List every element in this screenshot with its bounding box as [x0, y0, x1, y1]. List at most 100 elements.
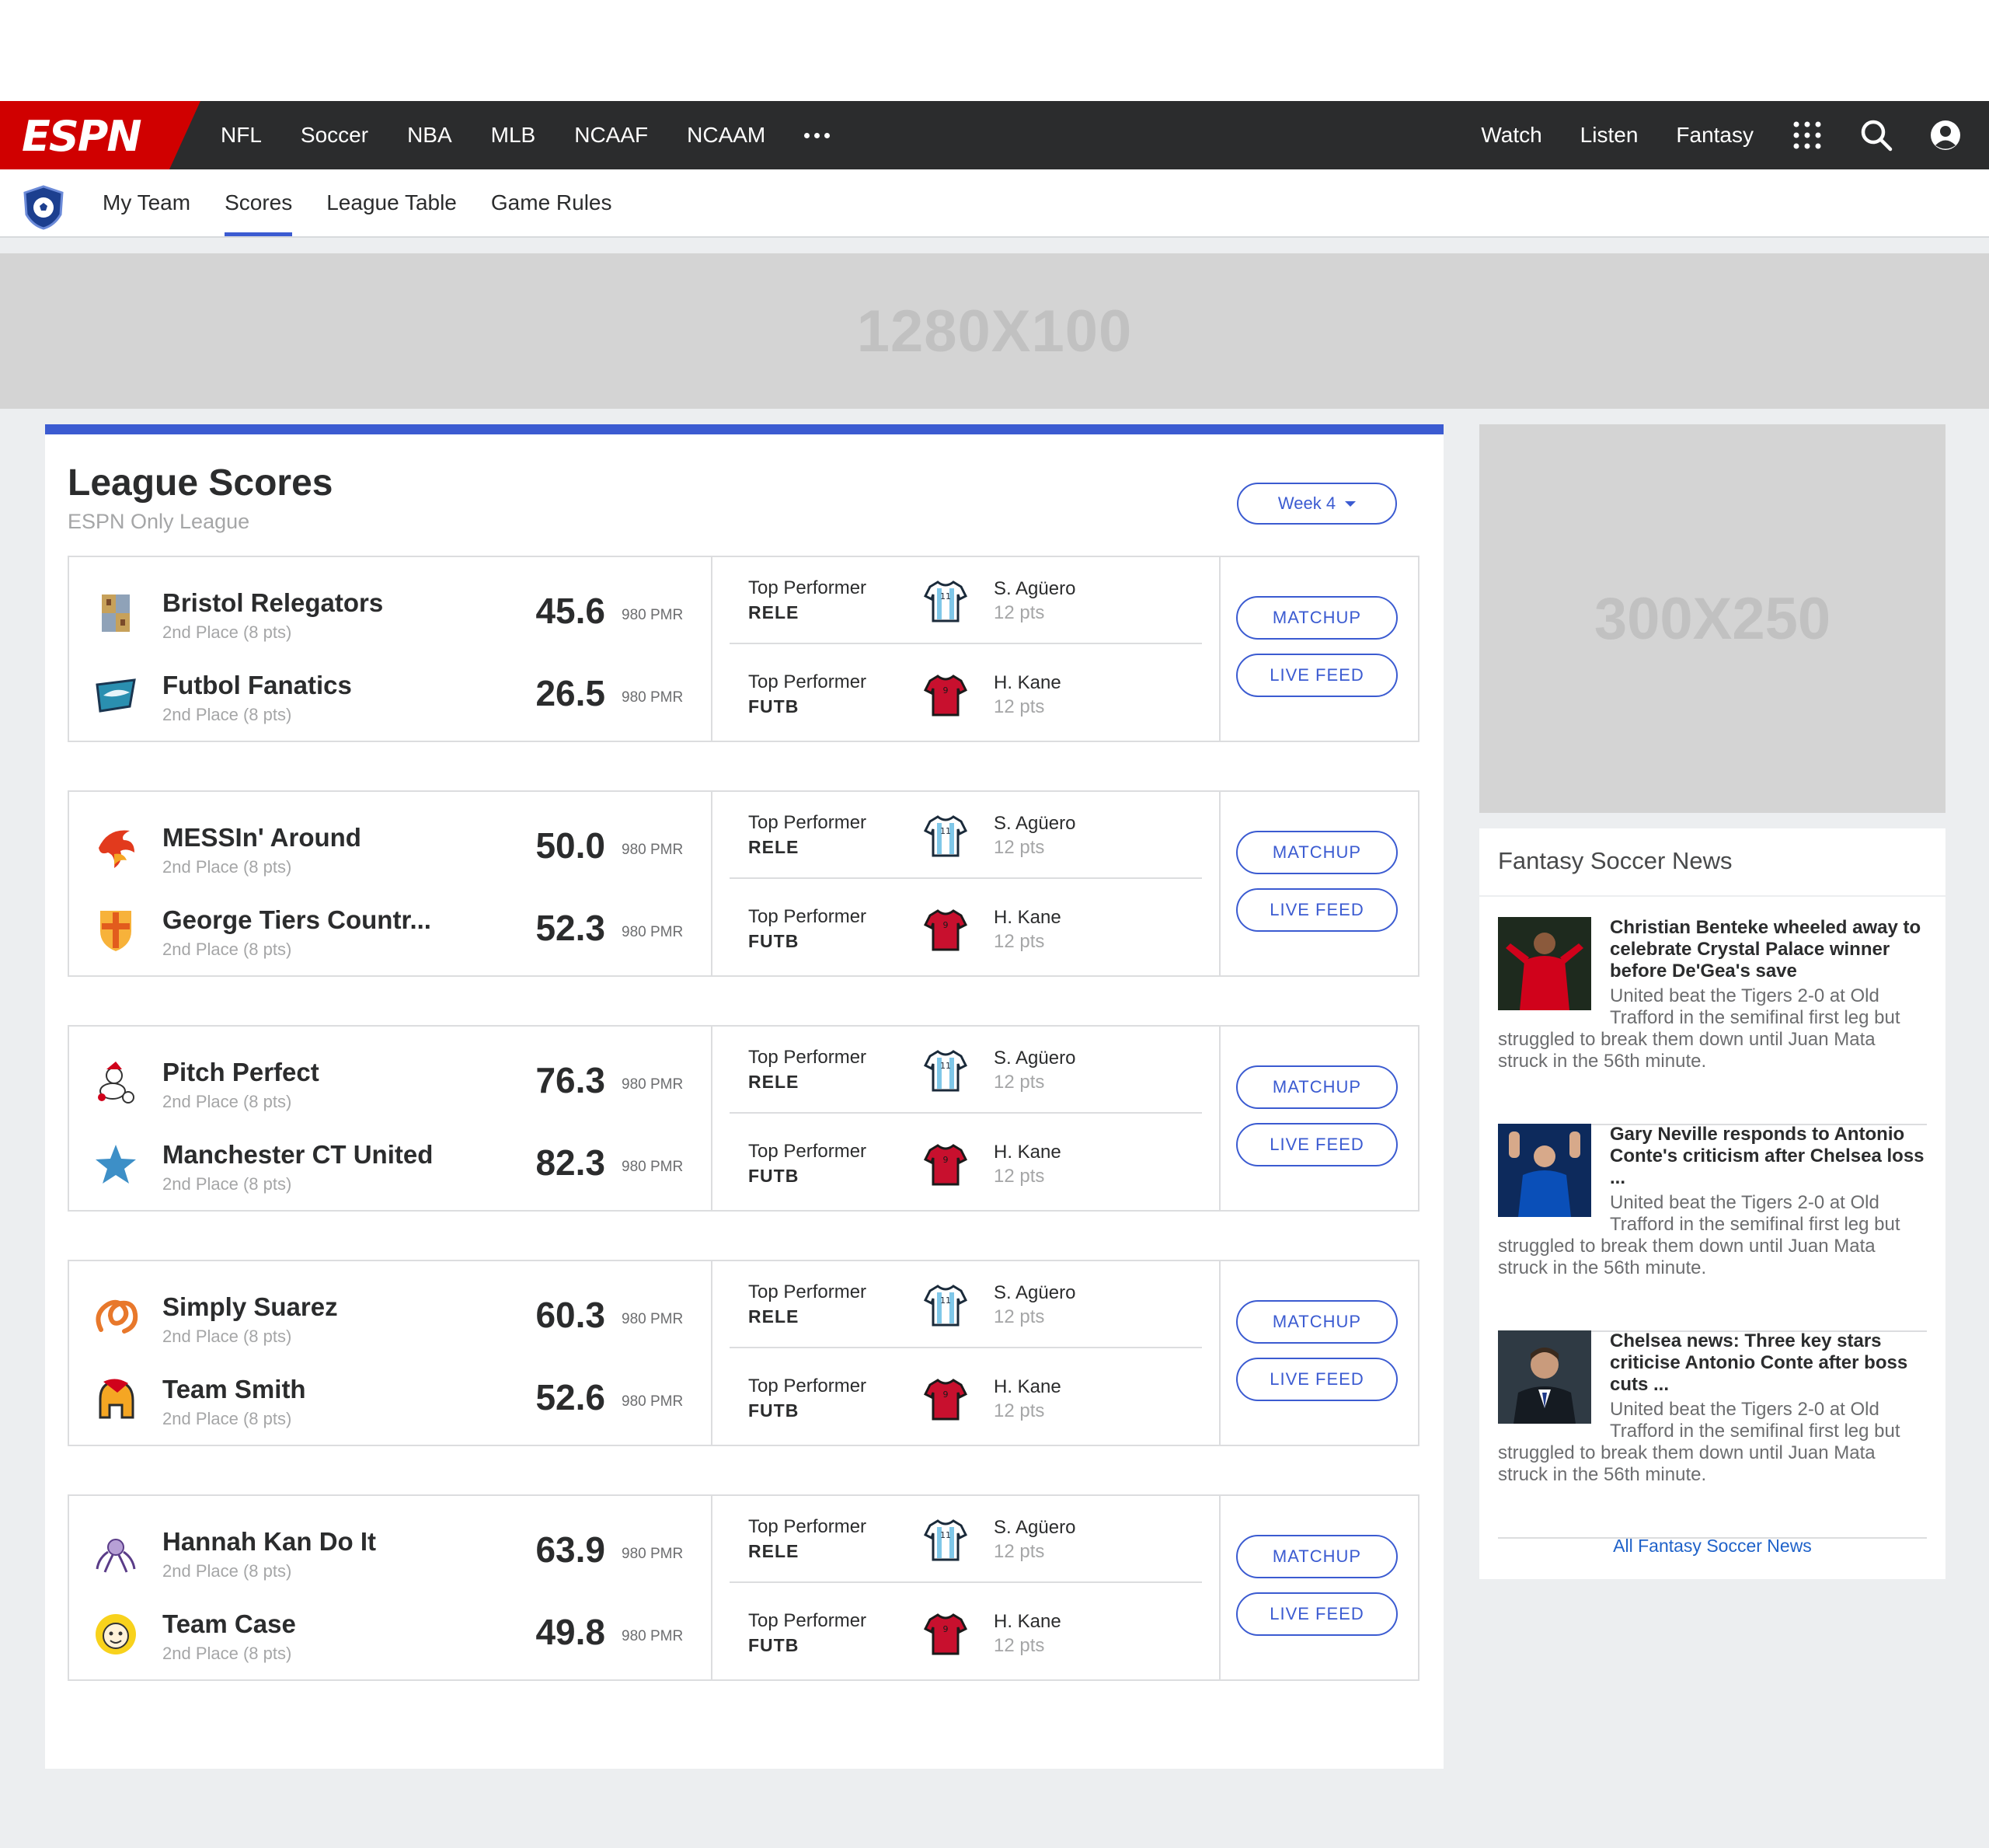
tab-game-rules[interactable]: Game Rules [491, 169, 612, 236]
live-feed-button[interactable]: LIVE FEED [1236, 888, 1398, 932]
team-score: 50.0 [535, 825, 605, 866]
team-pmr: 980 PMR [622, 1628, 684, 1644]
team-name[interactable]: Bristol Relegators [162, 588, 383, 618]
ad-size-label: 300X250 [1594, 585, 1831, 652]
news-item[interactable]: Chelsea news: Three key stars criticise … [1498, 1330, 1927, 1539]
week-dropdown[interactable]: Week 4 [1237, 483, 1397, 525]
news-headline[interactable]: Christian Benteke wheeled away to celebr… [1610, 917, 1927, 982]
performer-points: 12 pts [994, 837, 1045, 858]
tab-my-team[interactable]: My Team [103, 169, 190, 236]
top-performer[interactable]: Top Performer FUTB 9 H. Kane 12 pts [730, 1352, 1202, 1438]
performer-name[interactable]: H. Kane [994, 1376, 1061, 1398]
nav-link-mlb[interactable]: MLB [491, 123, 536, 148]
team-name[interactable]: Hannah Kan Do It [162, 1527, 376, 1557]
nav-link-nfl[interactable]: NFL [221, 123, 262, 148]
team-pmr: 980 PMR [622, 842, 684, 858]
performer-name[interactable]: S. Agüero [994, 1048, 1075, 1069]
team-row[interactable]: Team Case 2nd Place (8 pts) 49.8 980 PMR [69, 1600, 711, 1663]
team-row[interactable]: Manchester CT United 2nd Place (8 pts) 8… [69, 1131, 711, 1194]
team-row[interactable]: Futbol Fanatics 2nd Place (8 pts) 26.5 9… [69, 661, 711, 724]
team-name[interactable]: Team Case [162, 1609, 296, 1639]
performer-name[interactable]: S. Agüero [994, 1282, 1075, 1304]
nav-link-listen[interactable]: Listen [1580, 123, 1639, 148]
tab-scores[interactable]: Scores [225, 169, 293, 236]
team-name[interactable]: Manchester CT United [162, 1140, 433, 1170]
team-rank: 2nd Place (8 pts) [162, 1644, 292, 1663]
team-name[interactable]: Futbol Fanatics [162, 671, 352, 700]
matchup-button[interactable]: MATCHUP [1236, 1300, 1398, 1344]
top-performers-column: Top Performer RELE 11 S. Agüero 12 pts T… [711, 1027, 1221, 1210]
top-performer[interactable]: Top Performer FUTB 9 H. Kane 12 pts [730, 648, 1202, 734]
performer-team-abbr: RELE [748, 602, 799, 622]
performer-name[interactable]: S. Agüero [994, 1517, 1075, 1539]
cross-shield-logo [91, 905, 141, 955]
espn-logo[interactable]: ESPN [0, 101, 200, 169]
live-feed-button[interactable]: LIVE FEED [1236, 1123, 1398, 1166]
team-row[interactable]: George Tiers Countr... 2nd Place (8 pts)… [69, 896, 711, 959]
matchup-button[interactable]: MATCHUP [1236, 1065, 1398, 1109]
news-item[interactable]: Gary Neville responds to Antonio Conte's… [1498, 1124, 1927, 1332]
soccer-shield-icon[interactable] [22, 185, 65, 234]
team-row[interactable]: Team Smith 2nd Place (8 pts) 52.6 980 PM… [69, 1365, 711, 1428]
nav-link-ncaam[interactable]: NCAAM [687, 123, 765, 148]
top-performer[interactable]: Top Performer RELE 11 S. Agüero 12 pts [730, 1027, 1202, 1114]
performer-points: 12 pts [994, 931, 1045, 952]
tab-league-table[interactable]: League Table [326, 169, 457, 236]
top-performer[interactable]: Top Performer FUTB 9 H. Kane 12 pts [730, 1118, 1202, 1203]
matchup-button[interactable]: MATCHUP [1236, 831, 1398, 874]
live-feed-button[interactable]: LIVE FEED [1236, 1592, 1398, 1636]
ellipsis-icon[interactable] [804, 132, 831, 138]
team-name[interactable]: Simply Suarez [162, 1292, 338, 1322]
team-row[interactable]: Bristol Relegators 2nd Place (8 pts) 45.… [69, 579, 711, 642]
top-performer[interactable]: Top Performer FUTB 9 H. Kane 12 pts [730, 1587, 1202, 1672]
team-rank: 2nd Place (8 pts) [162, 1327, 292, 1346]
performer-name[interactable]: H. Kane [994, 907, 1061, 929]
performer-name[interactable]: S. Agüero [994, 578, 1075, 600]
news-headline[interactable]: Gary Neville responds to Antonio Conte's… [1610, 1124, 1927, 1189]
all-news-link[interactable]: All Fantasy Soccer News [1479, 1536, 1945, 1557]
phoenix-logo [91, 823, 141, 873]
team-name[interactable]: Team Smith [162, 1375, 306, 1404]
castle-shield-logo [91, 588, 141, 638]
team-rank: 2nd Place (8 pts) [162, 857, 292, 877]
apps-grid-icon[interactable] [1792, 120, 1823, 151]
team-row[interactable]: Pitch Perfect 2nd Place (8 pts) 76.3 980… [69, 1048, 711, 1111]
red-shirt-icon: 9 [923, 673, 968, 720]
matchup-button[interactable]: MATCHUP [1236, 596, 1398, 640]
search-icon[interactable] [1860, 119, 1893, 152]
top-performer[interactable]: Top Performer FUTB 9 H. Kane 12 pts [730, 883, 1202, 968]
rectangle-ad[interactable]: 300X250 [1479, 424, 1945, 813]
performer-name[interactable]: H. Kane [994, 1611, 1061, 1633]
nav-link-watch[interactable]: Watch [1481, 123, 1541, 148]
team-row[interactable]: Hannah Kan Do It 2nd Place (8 pts) 63.9 … [69, 1518, 711, 1581]
live-feed-button[interactable]: LIVE FEED [1236, 654, 1398, 697]
leaderboard-ad[interactable]: 1280X100 [0, 253, 1989, 409]
top-performer[interactable]: Top Performer RELE 11 S. Agüero 12 pts [730, 1261, 1202, 1348]
team-row[interactable]: MESSIn' Around 2nd Place (8 pts) 50.0 98… [69, 814, 711, 877]
nav-link-soccer[interactable]: Soccer [301, 123, 368, 148]
nav-link-nba[interactable]: NBA [407, 123, 452, 148]
live-feed-button[interactable]: LIVE FEED [1236, 1358, 1398, 1401]
top-performer-label: Top Performer [748, 906, 867, 927]
team-name[interactable]: George Tiers Countr... [162, 905, 431, 935]
top-performer[interactable]: Top Performer RELE 11 S. Agüero 12 pts [730, 1496, 1202, 1583]
top-performer[interactable]: Top Performer RELE 11 S. Agüero 12 pts [730, 557, 1202, 644]
thumbnail-spacer [1498, 1192, 1610, 1217]
news-item[interactable]: Christian Benteke wheeled away to celebr… [1498, 917, 1927, 1125]
team-row[interactable]: Simply Suarez 2nd Place (8 pts) 60.3 980… [69, 1283, 711, 1346]
red-shirt-icon: 9 [923, 1377, 968, 1424]
top-performer[interactable]: Top Performer RELE 11 S. Agüero 12 pts [730, 792, 1202, 879]
matchup-button[interactable]: MATCHUP [1236, 1535, 1398, 1578]
performer-name[interactable]: H. Kane [994, 672, 1061, 694]
account-icon[interactable] [1930, 120, 1961, 151]
nav-link-ncaaf[interactable]: NCAAF [574, 123, 648, 148]
team-score: 52.6 [535, 1377, 605, 1417]
team-pmr: 980 PMR [622, 689, 684, 706]
news-headline[interactable]: Chelsea news: Three key stars criticise … [1610, 1330, 1927, 1396]
performer-name[interactable]: S. Agüero [994, 813, 1075, 835]
performer-name[interactable]: H. Kane [994, 1142, 1061, 1163]
nav-link-fantasy[interactable]: Fantasy [1676, 123, 1754, 148]
team-name[interactable]: Pitch Perfect [162, 1058, 319, 1087]
svg-text:9: 9 [943, 1389, 949, 1400]
team-name[interactable]: MESSIn' Around [162, 823, 361, 853]
